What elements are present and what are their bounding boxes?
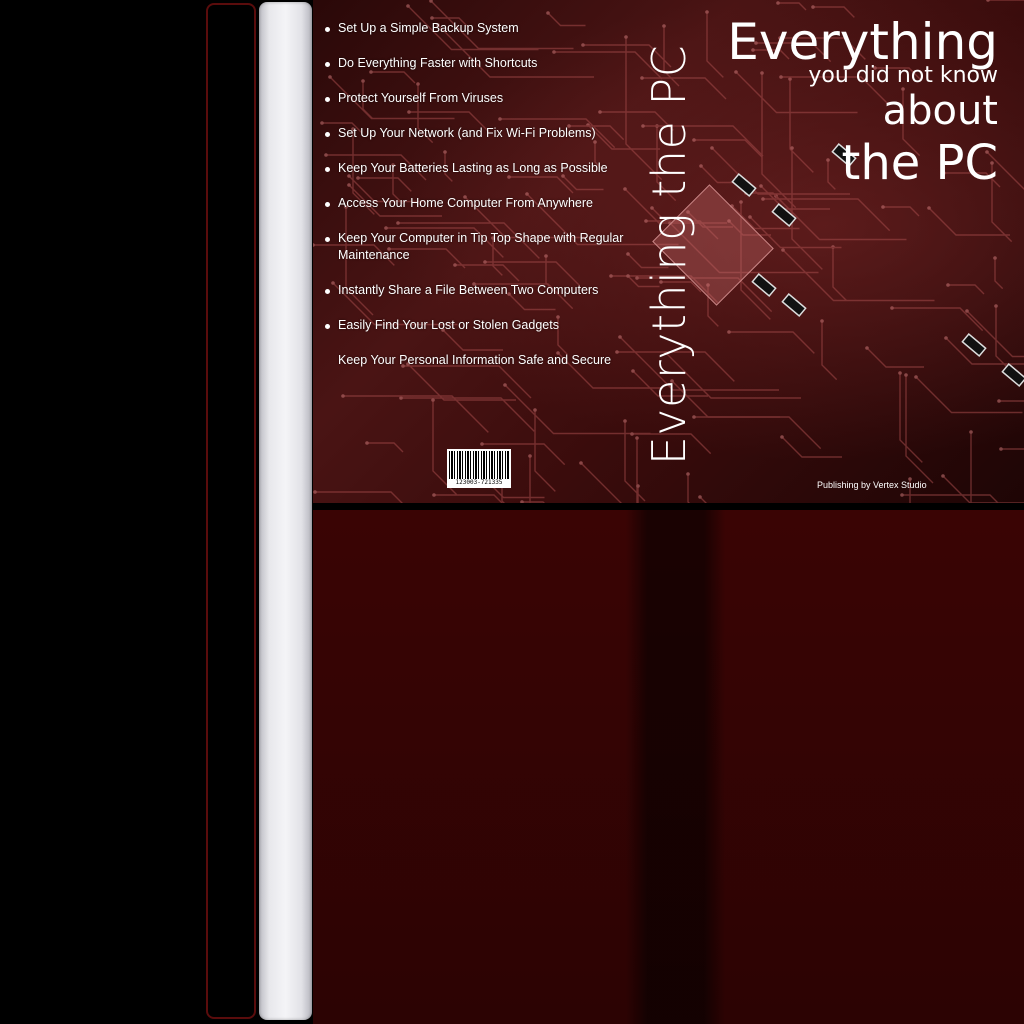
bullet-icon (325, 289, 330, 294)
feature-item: Keep Your Personal Information Safe and … (323, 352, 633, 369)
feature-text: Keep Your Computer in Tip Top Shape with… (338, 231, 624, 262)
spine-title: Everything the PC (642, 44, 696, 466)
bullet-icon (325, 202, 330, 207)
cover-title: Everything you did not know about the PC (727, 14, 998, 192)
barcode-bars (449, 451, 509, 479)
feature-text: Protect Yourself From Viruses (338, 91, 504, 105)
feature-text: Access Your Home Computer From Anywhere (338, 196, 593, 210)
spine-light-panel (259, 2, 312, 1020)
book-cover-texture: Set Up a Simple Backup System Do Everythi… (0, 0, 1024, 1024)
feature-item: Keep Your Batteries Lasting as Long as P… (323, 160, 633, 177)
publisher-credit: Publishing by Vertex Studio (817, 480, 927, 490)
feature-item: Set Up a Simple Backup System (323, 20, 633, 37)
feature-text: Do Everything Faster with Shortcuts (338, 56, 538, 70)
title-line-3: about (882, 88, 998, 134)
bullet-icon (325, 324, 330, 329)
feature-text: Set Up a Simple Backup System (338, 21, 519, 35)
feature-item: Access Your Home Computer From Anywhere (323, 195, 633, 212)
bullet-icon (325, 167, 330, 172)
title-line-1: Everything (727, 13, 998, 71)
feature-text: Keep Your Batteries Lasting as Long as P… (338, 161, 608, 175)
feature-item: Protect Yourself From Viruses (323, 90, 633, 107)
barcode: 123003-721335 (447, 449, 511, 488)
title-line-4: the PC (841, 135, 999, 191)
back-panel (313, 503, 1024, 1024)
feature-item: Easily Find Your Lost or Stolen Gadgets (323, 317, 633, 334)
feature-text: Keep Your Personal Information Safe and … (338, 353, 612, 367)
bullet-icon (325, 237, 330, 242)
bullet-icon (325, 97, 330, 102)
bullet-icon (325, 132, 330, 137)
feature-item: Instantly Share a File Between Two Compu… (323, 282, 633, 299)
barcode-number: 123003-721335 (455, 479, 503, 486)
feature-text: Easily Find Your Lost or Stolen Gadgets (338, 318, 559, 332)
back-panel-fill (313, 510, 1024, 1024)
feature-text: Set Up Your Network (and Fix Wi-Fi Probl… (338, 126, 596, 140)
bullet-icon (325, 62, 330, 67)
feature-item: Do Everything Faster with Shortcuts (323, 55, 633, 72)
feature-text: Instantly Share a File Between Two Compu… (338, 283, 599, 297)
spine-dark-panel (206, 3, 256, 1019)
feature-item: Set Up Your Network (and Fix Wi-Fi Probl… (323, 125, 633, 142)
feature-list: Set Up a Simple Backup System Do Everythi… (323, 20, 633, 387)
bullet-icon (325, 27, 330, 32)
front-cover: Set Up a Simple Backup System Do Everythi… (313, 0, 1024, 503)
feature-item: Keep Your Computer in Tip Top Shape with… (323, 230, 633, 264)
